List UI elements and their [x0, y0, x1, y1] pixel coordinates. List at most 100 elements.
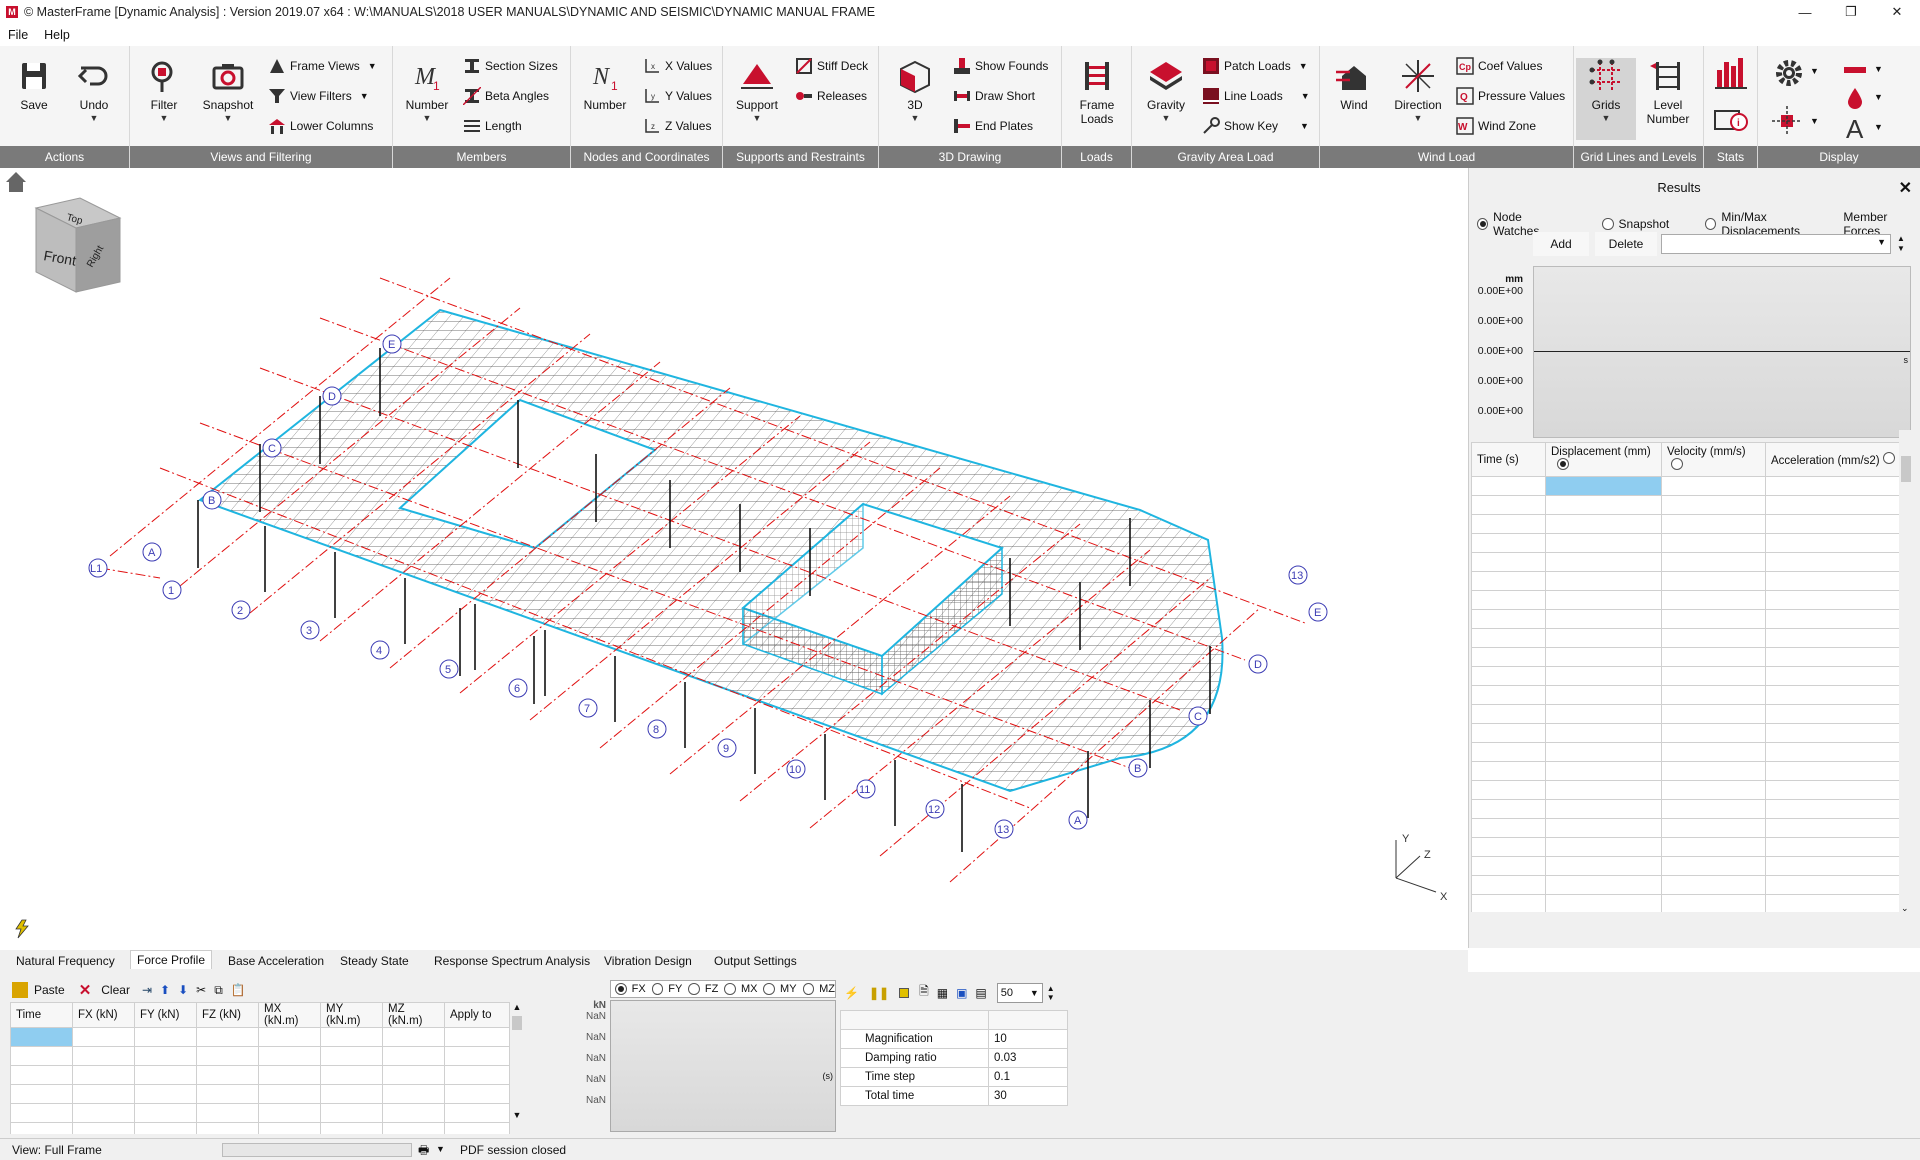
coef-values-button[interactable]: Cp Coef Values [1456, 55, 1542, 77]
table-cell[interactable] [196, 1122, 259, 1134]
table-cell[interactable] [1765, 552, 1911, 572]
menu-help[interactable]: Help [44, 28, 70, 42]
setting-value[interactable]: 30 [988, 1086, 1068, 1106]
section-sizes-button[interactable]: Section Sizes [463, 55, 558, 77]
table-row[interactable] [1471, 685, 1911, 705]
table-cell[interactable] [1661, 552, 1766, 572]
node-display-icon[interactable] [1772, 106, 1802, 136]
table-cell[interactable] [196, 1027, 259, 1047]
table-cell[interactable] [72, 1103, 135, 1123]
filter-button[interactable]: Filter ▼ [134, 58, 194, 140]
table-cell[interactable] [1471, 761, 1546, 781]
table-row[interactable] [1471, 704, 1911, 724]
table-cell[interactable] [72, 1084, 135, 1104]
table-cell[interactable] [444, 1122, 510, 1134]
table-cell[interactable] [1661, 856, 1766, 876]
table-cell[interactable] [1545, 704, 1662, 724]
pressure-values-button[interactable]: Q Pressure Values [1456, 85, 1565, 107]
table-cell[interactable] [1545, 552, 1662, 572]
table-cell[interactable] [1765, 837, 1911, 857]
table-cell[interactable] [1545, 533, 1662, 553]
tab-force-profile[interactable]: Force Profile [130, 950, 213, 969]
3d-button[interactable]: 3D ▼ [885, 58, 945, 140]
table-cell[interactable] [1545, 476, 1662, 496]
menu-file[interactable]: File [8, 28, 28, 42]
table-cell[interactable] [1545, 894, 1662, 912]
table-cell[interactable] [320, 1046, 383, 1066]
table-cell[interactable] [1545, 514, 1662, 534]
level-number-button[interactable]: Level Number [1638, 58, 1698, 140]
fx-radio[interactable] [615, 983, 627, 995]
table-row[interactable] [1471, 476, 1911, 496]
tab-base-acceleration[interactable]: Base Acceleration [228, 954, 324, 968]
y-values-button[interactable]: y Y Values [643, 85, 712, 107]
table-cell[interactable] [1661, 628, 1766, 648]
force-scrollbar[interactable]: ▲ ▼ [510, 1002, 524, 1134]
table-cell[interactable] [196, 1046, 259, 1066]
paste-button[interactable]: Paste [34, 983, 65, 997]
table-cell[interactable] [1471, 647, 1546, 667]
table-cell[interactable] [1471, 894, 1546, 912]
table-cell[interactable] [1661, 514, 1766, 534]
tab-steady-state[interactable]: Steady State [340, 954, 409, 968]
beta-angles-button[interactable]: Beta Angles [463, 85, 549, 107]
table-cell[interactable] [10, 1046, 73, 1066]
undo-button[interactable]: Undo ▼ [64, 58, 124, 140]
frames-spinner[interactable]: ▲ ▼ [1047, 984, 1055, 1002]
table-cell[interactable] [382, 1103, 445, 1123]
my-radio[interactable] [763, 983, 776, 995]
table-row[interactable] [1471, 647, 1911, 667]
table-cell[interactable] [1765, 571, 1911, 591]
table-cell[interactable] [1765, 533, 1911, 553]
table-cell[interactable] [1471, 628, 1546, 648]
table-cell[interactable] [1545, 723, 1662, 743]
table-cell[interactable] [10, 1084, 73, 1104]
slab-mesh[interactable] [197, 308, 1224, 793]
snapshot-radio[interactable] [1602, 218, 1614, 230]
frame-loads-button[interactable]: Frame Loads [1067, 58, 1127, 140]
table-cell[interactable] [1471, 533, 1546, 553]
table-row[interactable] [1471, 875, 1911, 895]
clipboard-icon[interactable] [12, 982, 28, 998]
table-cell[interactable] [1661, 590, 1766, 610]
chevron-down-icon[interactable]: ⌄ [1901, 903, 1909, 914]
table-cell[interactable] [382, 1065, 445, 1085]
direction-button[interactable]: Direction ▼ [1388, 58, 1448, 140]
table-cell[interactable] [1765, 856, 1911, 876]
maximize-button[interactable]: ❐ [1828, 0, 1874, 24]
table-cell[interactable] [72, 1065, 135, 1085]
table-cell[interactable] [10, 1027, 73, 1047]
table-cell[interactable] [258, 1065, 321, 1085]
show-key-button[interactable]: Show Key ▼ [1202, 115, 1309, 137]
move-up-icon[interactable]: ⬆ [160, 983, 170, 997]
table-cell[interactable] [320, 1084, 383, 1104]
releases-button[interactable]: Releases [795, 85, 867, 107]
table-cell[interactable] [1545, 780, 1662, 800]
table-cell[interactable] [1471, 799, 1546, 819]
print-preview-icon[interactable]: 🗎 [919, 982, 929, 1003]
colour-drop-icon[interactable] [1846, 86, 1864, 110]
table-cell[interactable] [258, 1046, 321, 1066]
table-cell[interactable] [1661, 818, 1766, 838]
table-cell[interactable] [1471, 609, 1546, 629]
line-weight-icon[interactable] [1842, 62, 1868, 78]
table-cell[interactable] [1765, 628, 1911, 648]
table-cell[interactable] [1545, 761, 1662, 781]
force-scroll-thumb[interactable] [512, 1016, 522, 1030]
table-cell[interactable] [320, 1103, 383, 1123]
table-cell[interactable] [444, 1103, 510, 1123]
table-row[interactable] [1471, 609, 1911, 629]
font-icon[interactable]: A [1844, 114, 1868, 140]
table-cell[interactable] [1545, 685, 1662, 705]
results-scroll-thumb[interactable] [1901, 456, 1911, 482]
table-cell[interactable] [1765, 514, 1911, 534]
table-row[interactable] [10, 1046, 510, 1066]
table-cell[interactable] [1471, 590, 1546, 610]
draw-short-button[interactable]: Draw Short [953, 85, 1035, 107]
table-cell[interactable] [1545, 495, 1662, 515]
tab-vibration-design[interactable]: Vibration Design [604, 954, 692, 968]
table-cell[interactable] [1661, 761, 1766, 781]
table-cell[interactable] [1545, 837, 1662, 857]
table-cell[interactable] [1661, 780, 1766, 800]
cut-icon[interactable]: ✂ [196, 983, 206, 997]
